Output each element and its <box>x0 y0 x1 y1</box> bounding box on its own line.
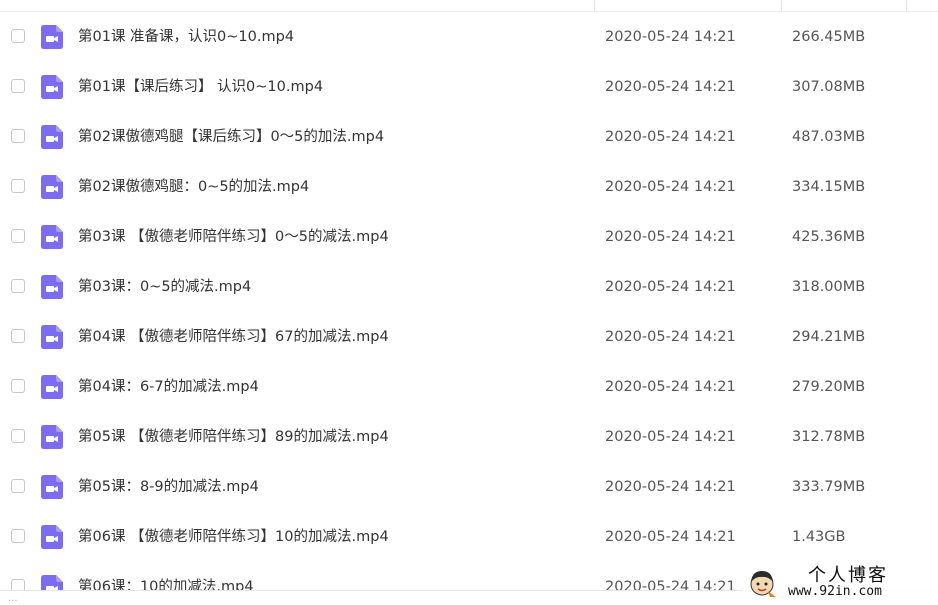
file-date: 2020-05-24 14:21 <box>605 179 736 195</box>
file-date: 2020-05-24 14:21 <box>605 479 736 495</box>
row-checkbox[interactable] <box>11 129 25 143</box>
file-name[interactable]: 第01课【课后练习】 认识0~10.mp4 <box>78 77 323 97</box>
file-size: 279.20MB <box>792 379 866 395</box>
file-size: 312.78MB <box>792 429 866 445</box>
file-row[interactable]: 第05课 【傲德老师陪伴练习】89的加减法.mp4 2020-05-24 14:… <box>0 412 938 462</box>
file-name[interactable]: 第04课：6-7的加减法.mp4 <box>78 377 259 397</box>
file-name[interactable]: 第04课 【傲德老师陪伴练习】67的加减法.mp4 <box>78 327 389 347</box>
file-size: 266.45MB <box>792 29 866 45</box>
video-file-icon <box>41 25 63 49</box>
video-file-icon <box>41 75 63 99</box>
row-checkbox[interactable] <box>11 79 25 93</box>
file-row[interactable]: 第02课傲德鸡腿【课后练习】0～5的加法.mp4 2020-05-24 14:2… <box>0 112 938 162</box>
file-name[interactable]: 第06课 【傲德老师陪伴练习】10的加减法.mp4 <box>78 527 389 547</box>
file-date: 2020-05-24 14:21 <box>605 429 736 445</box>
file-rows: 第01课 准备课，认识0~10.mp4 2020-05-24 14:21 266… <box>0 12 938 605</box>
video-file-icon <box>41 225 63 249</box>
video-file-icon <box>41 125 63 149</box>
video-file-icon <box>41 275 63 299</box>
file-row[interactable]: 第01课【课后练习】 认识0~10.mp4 2020-05-24 14:21 3… <box>0 62 938 112</box>
file-size: 487.03MB <box>792 129 866 145</box>
file-date: 2020-05-24 14:21 <box>605 329 736 345</box>
video-file-icon <box>41 525 63 549</box>
watermark-url[interactable]: www.92in.com <box>788 584 882 600</box>
file-name[interactable]: 第02课傲德鸡腿：0~5的加法.mp4 <box>78 177 309 197</box>
file-size: 1.43GB <box>792 529 846 545</box>
file-row[interactable]: 第01课 准备课，认识0~10.mp4 2020-05-24 14:21 266… <box>0 12 938 62</box>
column-divider[interactable] <box>781 0 782 11</box>
file-size: 334.15MB <box>792 179 866 195</box>
file-size: 294.21MB <box>792 329 866 345</box>
column-divider[interactable] <box>594 0 595 11</box>
row-checkbox[interactable] <box>11 29 25 43</box>
row-checkbox[interactable] <box>11 479 25 493</box>
row-checkbox[interactable] <box>11 529 25 543</box>
video-file-icon <box>41 175 63 199</box>
file-name[interactable]: 第01课 准备课，认识0~10.mp4 <box>78 27 294 47</box>
file-date: 2020-05-24 14:21 <box>605 29 736 45</box>
column-divider[interactable] <box>906 0 907 11</box>
blog-watermark: 个人博客 www.92in.com <box>742 565 938 603</box>
file-size: 425.36MB <box>792 229 866 245</box>
status-text: ... <box>8 593 18 604</box>
video-file-icon <box>41 475 63 499</box>
video-file-icon <box>41 325 63 349</box>
file-size: 333.79MB <box>792 479 866 495</box>
file-date: 2020-05-24 14:21 <box>605 229 736 245</box>
row-checkbox[interactable] <box>11 329 25 343</box>
file-row[interactable]: 第03课：0~5的减法.mp4 2020-05-24 14:21 318.00M… <box>0 262 938 312</box>
file-date: 2020-05-24 14:21 <box>605 379 736 395</box>
file-size: 307.08MB <box>792 79 866 95</box>
file-name[interactable]: 第03课 【傲德老师陪伴练习】0～5的减法.mp4 <box>78 227 389 247</box>
file-list: 第01课 准备课，认识0~10.mp4 2020-05-24 14:21 266… <box>0 0 938 605</box>
file-name[interactable]: 第05课 【傲德老师陪伴练习】89的加减法.mp4 <box>78 427 389 447</box>
file-name[interactable]: 第02课傲德鸡腿【课后练习】0～5的加法.mp4 <box>78 127 384 147</box>
row-checkbox[interactable] <box>11 179 25 193</box>
row-checkbox[interactable] <box>11 429 25 443</box>
row-checkbox[interactable] <box>11 279 25 293</box>
watermark-title: 个人博客 <box>808 565 888 586</box>
file-row[interactable]: 第04课 【傲德老师陪伴练习】67的加减法.mp4 2020-05-24 14:… <box>0 312 938 362</box>
file-name[interactable]: 第03课：0~5的减法.mp4 <box>78 277 251 297</box>
file-date: 2020-05-24 14:21 <box>605 279 736 295</box>
row-checkbox[interactable] <box>11 379 25 393</box>
video-file-icon <box>41 375 63 399</box>
file-row[interactable]: 第05课：8-9的加减法.mp4 2020-05-24 14:21 333.79… <box>0 462 938 512</box>
file-size: 318.00MB <box>792 279 866 295</box>
file-row[interactable]: 第04课：6-7的加减法.mp4 2020-05-24 14:21 279.20… <box>0 362 938 412</box>
column-header <box>0 0 938 12</box>
file-date: 2020-05-24 14:21 <box>605 529 736 545</box>
video-file-icon <box>41 425 63 449</box>
file-row[interactable]: 第06课 【傲德老师陪伴练习】10的加减法.mp4 2020-05-24 14:… <box>0 512 938 562</box>
file-row[interactable]: 第03课 【傲德老师陪伴练习】0～5的减法.mp4 2020-05-24 14:… <box>0 212 938 262</box>
file-name[interactable]: 第05课：8-9的加减法.mp4 <box>78 477 259 497</box>
file-date: 2020-05-24 14:21 <box>605 79 736 95</box>
file-row[interactable]: 第02课傲德鸡腿：0~5的加法.mp4 2020-05-24 14:21 334… <box>0 162 938 212</box>
row-checkbox[interactable] <box>11 229 25 243</box>
file-date: 2020-05-24 14:21 <box>605 129 736 145</box>
avatar-icon <box>750 571 776 597</box>
